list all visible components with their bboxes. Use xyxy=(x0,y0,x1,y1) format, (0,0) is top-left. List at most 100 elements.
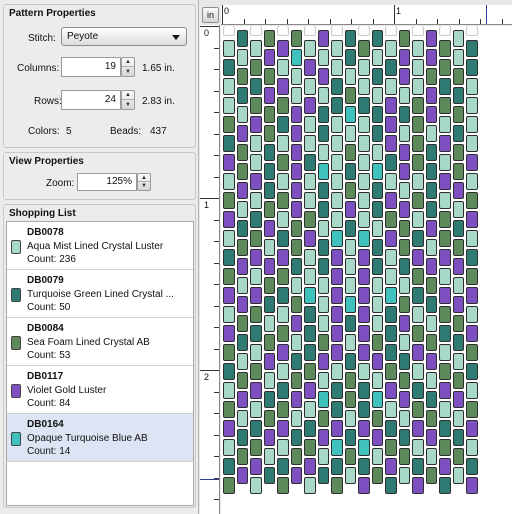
bead[interactable] xyxy=(358,325,370,342)
bead[interactable] xyxy=(466,363,478,380)
bead[interactable] xyxy=(385,59,397,76)
bead[interactable] xyxy=(236,258,248,275)
bead[interactable] xyxy=(371,410,383,427)
bead[interactable] xyxy=(412,173,424,190)
bead[interactable] xyxy=(304,173,316,190)
bead[interactable] xyxy=(412,287,424,304)
bead[interactable] xyxy=(412,97,424,114)
bead[interactable] xyxy=(452,296,464,313)
bead[interactable] xyxy=(277,78,289,95)
bead[interactable] xyxy=(398,353,410,370)
bead[interactable] xyxy=(317,201,329,218)
bead[interactable] xyxy=(317,372,329,389)
bead[interactable] xyxy=(466,59,478,76)
bead[interactable] xyxy=(277,325,289,342)
bead[interactable] xyxy=(452,201,464,218)
bead[interactable] xyxy=(452,372,464,389)
bead[interactable] xyxy=(385,211,397,228)
bead[interactable] xyxy=(263,106,275,123)
bead[interactable] xyxy=(317,239,329,256)
bead[interactable] xyxy=(439,420,451,437)
bead[interactable] xyxy=(452,258,464,275)
bead[interactable] xyxy=(466,344,478,361)
bead[interactable] xyxy=(277,268,289,285)
bead[interactable] xyxy=(439,211,451,228)
bead[interactable] xyxy=(263,296,275,313)
bead[interactable] xyxy=(358,401,370,418)
bead[interactable] xyxy=(344,391,356,408)
bead[interactable] xyxy=(304,97,316,114)
bead[interactable] xyxy=(439,97,451,114)
bead[interactable] xyxy=(304,401,316,418)
bead[interactable] xyxy=(263,125,275,142)
bead[interactable] xyxy=(425,353,437,370)
bead[interactable] xyxy=(344,467,356,484)
bead[interactable] xyxy=(412,439,424,456)
bead[interactable] xyxy=(425,182,437,199)
bead-empty[interactable] xyxy=(277,26,289,36)
bead[interactable] xyxy=(358,135,370,152)
bead[interactable] xyxy=(371,334,383,351)
bead[interactable] xyxy=(236,448,248,465)
bead[interactable] xyxy=(344,125,356,142)
bead[interactable] xyxy=(385,116,397,133)
bead[interactable] xyxy=(425,391,437,408)
bead[interactable] xyxy=(331,230,343,247)
bead[interactable] xyxy=(223,116,235,133)
bead[interactable] xyxy=(385,325,397,342)
bead[interactable] xyxy=(250,439,262,456)
bead[interactable] xyxy=(304,325,316,342)
bead[interactable] xyxy=(466,382,478,399)
bead[interactable] xyxy=(358,344,370,361)
zoom-input[interactable]: 125% xyxy=(77,173,137,191)
list-item[interactable]: DB0078 Aqua Mist Lined Crystal Luster Coun… xyxy=(7,222,193,270)
unit-toggle-button[interactable]: in xyxy=(202,7,219,23)
bead[interactable] xyxy=(371,182,383,199)
bead[interactable] xyxy=(236,429,248,446)
bead[interactable] xyxy=(425,296,437,313)
bead[interactable] xyxy=(398,144,410,161)
bead[interactable] xyxy=(277,439,289,456)
bead[interactable] xyxy=(223,192,235,209)
bead[interactable] xyxy=(385,78,397,95)
bead[interactable] xyxy=(277,192,289,209)
bead-empty[interactable] xyxy=(412,26,424,36)
bead[interactable] xyxy=(398,429,410,446)
bead[interactable] xyxy=(277,59,289,76)
bead[interactable] xyxy=(304,344,316,361)
bead[interactable] xyxy=(317,429,329,446)
bead[interactable] xyxy=(358,173,370,190)
bead[interactable] xyxy=(425,220,437,237)
bead[interactable] xyxy=(412,78,424,95)
bead[interactable] xyxy=(398,448,410,465)
bead[interactable] xyxy=(358,211,370,228)
bead[interactable] xyxy=(425,68,437,85)
bead[interactable] xyxy=(223,439,235,456)
bead[interactable] xyxy=(290,429,302,446)
bead[interactable] xyxy=(452,334,464,351)
bead[interactable] xyxy=(277,287,289,304)
bead[interactable] xyxy=(331,116,343,133)
bead[interactable] xyxy=(304,439,316,456)
bead[interactable] xyxy=(466,230,478,247)
bead[interactable] xyxy=(223,211,235,228)
bead[interactable] xyxy=(385,268,397,285)
bead[interactable] xyxy=(398,68,410,85)
bead[interactable] xyxy=(344,315,356,332)
bead[interactable] xyxy=(250,230,262,247)
bead[interactable] xyxy=(439,192,451,209)
bead[interactable] xyxy=(466,135,478,152)
bead[interactable] xyxy=(412,344,424,361)
bead[interactable] xyxy=(452,144,464,161)
bead[interactable] xyxy=(452,239,464,256)
bead[interactable] xyxy=(425,372,437,389)
bead[interactable] xyxy=(466,401,478,418)
bead[interactable] xyxy=(331,287,343,304)
bead[interactable] xyxy=(290,467,302,484)
bead[interactable] xyxy=(344,429,356,446)
bead[interactable] xyxy=(412,59,424,76)
bead[interactable] xyxy=(290,277,302,294)
stepper-up-icon[interactable]: ▲ xyxy=(122,58,134,67)
bead[interactable] xyxy=(398,239,410,256)
bead[interactable] xyxy=(236,353,248,370)
